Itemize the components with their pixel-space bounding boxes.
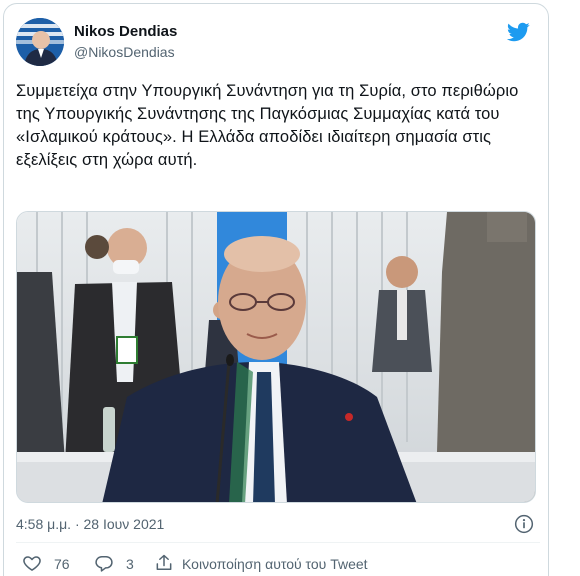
reply-count: 3: [126, 556, 134, 572]
like-button[interactable]: 76: [22, 550, 70, 576]
avatar[interactable]: [16, 18, 64, 66]
tweet-card[interactable]: Nikos Dendias @NikosDendias Συμμετείχα σ…: [3, 3, 549, 576]
share-label: Κοινοποίηση αυτού του Tweet: [182, 556, 368, 572]
tweet-meta: 4:58 μ.μ. · 28 Ιουν 2021: [16, 512, 536, 536]
twitter-bird-icon[interactable]: [506, 20, 530, 44]
tweet-header: Nikos Dendias @NikosDendias: [16, 18, 540, 66]
reply-button[interactable]: 3: [94, 550, 134, 576]
like-count: 76: [54, 556, 70, 572]
reply-icon: [94, 553, 114, 576]
display-name[interactable]: Nikos Dendias: [74, 22, 177, 42]
tweet-actions: 76 3 Κοινοποίηση αυτού του Tweet: [16, 550, 540, 576]
share-button[interactable]: Κοινοποίηση αυτού του Tweet: [154, 550, 368, 576]
divider: [16, 542, 540, 543]
user-handle[interactable]: @NikosDendias: [74, 42, 177, 62]
tweet-photo[interactable]: [16, 211, 536, 503]
share-icon: [154, 553, 174, 576]
heart-icon: [22, 553, 42, 576]
user-names: Nikos Dendias @NikosDendias: [74, 22, 177, 62]
info-icon[interactable]: [514, 514, 534, 534]
timestamp[interactable]: 4:58 μ.μ. · 28 Ιουν 2021: [16, 516, 164, 532]
tweet-text: Συμμετείχα στην Υπουργική Συνάντηση για …: [16, 82, 519, 169]
